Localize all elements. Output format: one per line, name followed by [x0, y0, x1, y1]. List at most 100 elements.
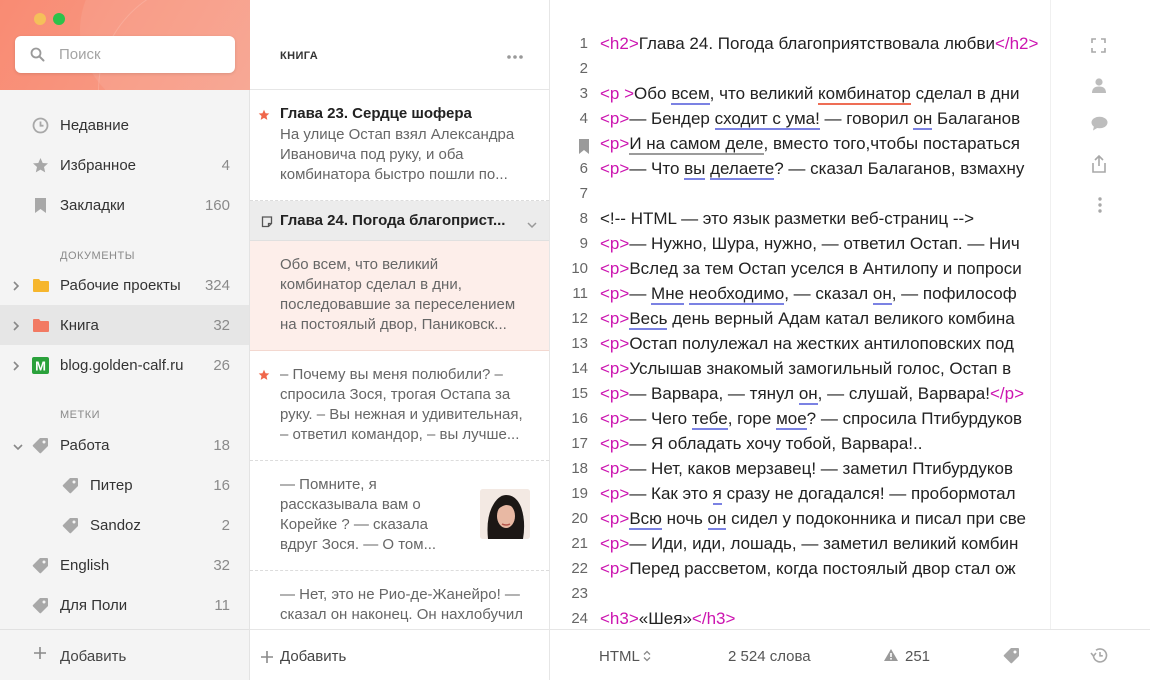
note-group-header[interactable]: Глава 24. Погода благоприст...	[250, 201, 549, 241]
note-item-selected[interactable]: Обо всем, что великий комбинатор сделал …	[250, 241, 549, 351]
sidebar-item-recent[interactable]: Недавние	[0, 105, 249, 145]
chevron-right-icon[interactable]	[12, 279, 20, 297]
chevron-right-icon[interactable]	[12, 319, 20, 337]
sidebar-item-tag-sandoz[interactable]: Sandoz 2	[0, 505, 249, 545]
code-line[interactable]: 20 <p>Всю ночь он сидел у подоконника и п…	[550, 506, 1050, 531]
code-area[interactable]: 1 <h2>Глава 24. Погода благоприятствовала…	[550, 31, 1050, 631]
spell-word: комбинатор	[818, 84, 911, 105]
warnings-indicator[interactable]: 251	[883, 648, 930, 665]
right-toolbar	[1050, 0, 1150, 629]
code-line[interactable]: 22 <p>Перед рассветом, когда постоялый дв…	[550, 556, 1050, 581]
tag-icon[interactable]	[1003, 647, 1020, 668]
code-line[interactable]: 15 <p>— Варвара, — тянул он, — слушай, Ва…	[550, 381, 1050, 406]
note-preview-line: Обо всем, что великий	[280, 256, 439, 273]
code-line[interactable]: 6 <p>— Что вы делаете? — сказал Балаганов…	[550, 156, 1050, 181]
note-add-button[interactable]: Добавить	[250, 629, 549, 680]
tag-open: <p>	[600, 509, 630, 528]
code-line[interactable]: 19 <p>— Как это я сразу не догадался! — п…	[550, 481, 1050, 506]
sidebar-item-tag-for-poli[interactable]: Для Поли 11	[0, 585, 249, 625]
code-line[interactable]: 3 <p >Обо всем, что великий комбинатор сд…	[550, 81, 1050, 106]
note-preview: — Нет, это не Рио-де-Жанейро! — сказал о…	[280, 585, 530, 625]
code-line[interactable]: 9 <p>— Нужно, Шура, нужно, — ответил Оста…	[550, 231, 1050, 256]
line-number: 9	[579, 235, 588, 252]
code-line[interactable]: 2	[550, 56, 1050, 81]
line-text: ночь	[661, 509, 708, 528]
svg-text:M: M	[35, 359, 46, 374]
code-line[interactable]: 18 <p>— Нет, каков мерзавец! — заметил Пт…	[550, 456, 1050, 481]
sidebar-add-button[interactable]: Добавить	[0, 629, 249, 680]
note-preview-line: руку. – Вы нежная и удивительная,	[280, 406, 523, 423]
add-label: Добавить	[60, 648, 127, 665]
share-icon[interactable]	[1091, 154, 1107, 178]
spell-word: он	[707, 509, 727, 530]
sidebar-item-tag-english[interactable]: English 32	[0, 545, 249, 585]
line-number: 11	[572, 285, 588, 302]
more-icon[interactable]	[506, 47, 524, 65]
editor[interactable]: 1 <h2>Глава 24. Погода благоприятствовала…	[550, 0, 1150, 680]
note-item[interactable]: Глава 23. Сердце шофера На улице Остап в…	[250, 91, 549, 201]
tag-icon	[32, 557, 49, 574]
sidebar-item-count: 2	[221, 517, 230, 534]
tag-open: <p>	[600, 409, 630, 428]
line-number: 2	[579, 60, 588, 77]
code-line[interactable]: 10 <p>Вслед за тем Остап уселся в Антилоп…	[550, 256, 1050, 281]
line-text: — Нет, каков мерзавец! — заметил Птибурд…	[629, 459, 1014, 478]
search-box[interactable]	[15, 36, 235, 73]
line-text: день верный Адам катал великого комбина	[667, 309, 1015, 328]
sidebar-item-tag-work[interactable]: Работа 18	[0, 425, 249, 465]
avatar	[480, 489, 530, 539]
tag-open: <p>	[600, 284, 630, 303]
code-line[interactable]: 14 <p>Услышав знакомый замогильный голос,…	[550, 356, 1050, 381]
code-line[interactable]: 11 <p>— Мне необходимо, — сказал он, — по…	[550, 281, 1050, 306]
spell-word: он	[798, 384, 818, 405]
minimize-window-button[interactable]	[34, 13, 46, 25]
fullscreen-icon[interactable]	[1091, 38, 1106, 58]
code-line[interactable]: 4 <p>— Бендер сходит с ума! — говорил он …	[550, 106, 1050, 131]
code-line[interactable]: 21 <p>— Иди, иди, лошадь, — заметил велик…	[550, 531, 1050, 556]
code-line[interactable]: 7	[550, 181, 1050, 206]
note-preview-line: сказал он наконец. Он нахлобучил	[280, 606, 523, 623]
note-item[interactable]: – Почему вы меня полюбили? – спросила Зо…	[250, 351, 549, 461]
sidebar-item-bookmarks[interactable]: Закладки 160	[0, 185, 249, 225]
line-text: Вслед за тем Остап уселся в Антилопу и п…	[629, 259, 1022, 278]
code-line[interactable]: 24 <h3>«Шея»</h3>	[550, 606, 1050, 631]
line-text: — Что	[629, 159, 685, 178]
history-icon[interactable]	[1090, 647, 1108, 668]
code-line[interactable]: 8 <!-- HTML — это язык разметки веб-стран…	[550, 206, 1050, 231]
line-number: 23	[571, 585, 588, 602]
comment-icon[interactable]	[1091, 116, 1108, 136]
note-item[interactable]: — Помните, я рассказывала вам о Корейке …	[250, 461, 549, 571]
code-line[interactable]: 23	[550, 581, 1050, 606]
warnings-count: 251	[905, 648, 931, 665]
m-blog-icon: M	[32, 357, 49, 374]
code-line[interactable]: 13 <p>Остап полулежал на жестких антилопо…	[550, 331, 1050, 356]
sidebar-item-work-projects[interactable]: Рабочие проекты 324	[0, 265, 249, 305]
sidebar-item-tag-piter[interactable]: Питер 16	[0, 465, 249, 505]
search-input[interactable]	[59, 42, 224, 66]
line-text: —	[629, 284, 652, 303]
more-vertical-icon[interactable]	[1098, 197, 1102, 218]
chevron-right-icon[interactable]	[12, 359, 20, 377]
user-icon[interactable]	[1091, 77, 1107, 98]
syntax-label: HTML	[599, 648, 640, 665]
line-number: 16	[571, 410, 588, 427]
sidebar-item-book[interactable]: Книга 32	[0, 305, 249, 345]
code-line[interactable]: 16 <p>— Чего тебе, горе мое? — спросила П…	[550, 406, 1050, 431]
note-preview: Обо всем, что великий комбинатор сделал …	[280, 255, 520, 335]
code-line[interactable]: 17 <p>— Я обладать хочу тобой, Варвара!..	[550, 431, 1050, 456]
line-text: — Иди, иди, лошадь, — заметил великий ко…	[629, 534, 1019, 553]
code-line[interactable]: 12 <p>Весь день верный Адам катал великог…	[550, 306, 1050, 331]
sidebar-item-blog[interactable]: M blog.golden-calf.ru 26	[0, 345, 249, 385]
maximize-window-button[interactable]	[53, 13, 65, 25]
chevron-down-icon[interactable]	[527, 216, 537, 234]
syntax-selector[interactable]: HTML	[599, 648, 651, 665]
spell-word: он	[913, 109, 933, 130]
bookmark-icon[interactable]	[578, 139, 590, 159]
sidebar-item-favorites[interactable]: Избранное 4	[0, 145, 249, 185]
code-line[interactable]: 5<p>И на самом деле, вместо того,чтобы п…	[550, 131, 1050, 156]
code-line[interactable]: 1 <h2>Глава 24. Погода благоприятствовала…	[550, 31, 1050, 56]
chevron-down-icon[interactable]	[12, 439, 24, 457]
line-text: — Я обладать хочу тобой, Варвара!..	[629, 434, 923, 453]
line-number: 6	[579, 160, 588, 177]
note-preview-line: Корейке ? — сказала	[280, 516, 428, 533]
